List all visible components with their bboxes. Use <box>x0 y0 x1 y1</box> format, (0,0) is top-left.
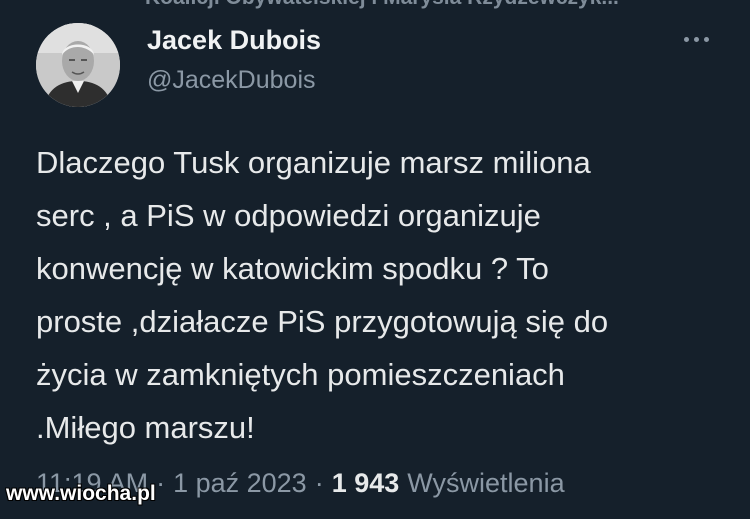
author-name[interactable]: Jacek Dubois <box>147 24 321 56</box>
more-horizontal-icon <box>683 36 689 42</box>
tweet-text-line: życia w zamkniętych pomieszczeniach <box>36 357 565 392</box>
watermark: www.wiocha.pl <box>6 482 156 505</box>
views-count: 1 943 <box>331 467 400 498</box>
tweet-text: Dlaczego Tusk organizuje marsz miliona s… <box>36 136 726 454</box>
tweet-text-line: proste ,działacze PiS przygotowują się d… <box>36 304 609 339</box>
avatar-photo <box>36 23 120 107</box>
tweet-text-line: konwencję w katowickim spodku ? To <box>36 251 549 286</box>
more-horizontal-icon <box>693 36 699 42</box>
author-handle[interactable]: @JacekDubois <box>147 65 316 95</box>
separator-dot: · <box>314 467 324 498</box>
tweet-text-line: Dlaczego Tusk organizuje marsz miliona <box>36 145 591 180</box>
tweet-text-line: .Miłego marszu! <box>36 410 255 445</box>
more-options-button[interactable] <box>675 25 717 53</box>
tweet-date[interactable]: 1 paź 2023 <box>173 468 307 499</box>
tweet-text-line: serc , a PiS w odpowiedzi organizuje <box>36 198 541 233</box>
views-label: Wyświetlenia <box>407 467 565 498</box>
more-horizontal-icon <box>703 36 709 42</box>
avatar[interactable] <box>36 23 120 107</box>
separator-dot: · <box>156 467 166 498</box>
previous-tweet-cut-text: Koalicji Obywatelskiej i Marysia Rzydzew… <box>145 0 715 12</box>
